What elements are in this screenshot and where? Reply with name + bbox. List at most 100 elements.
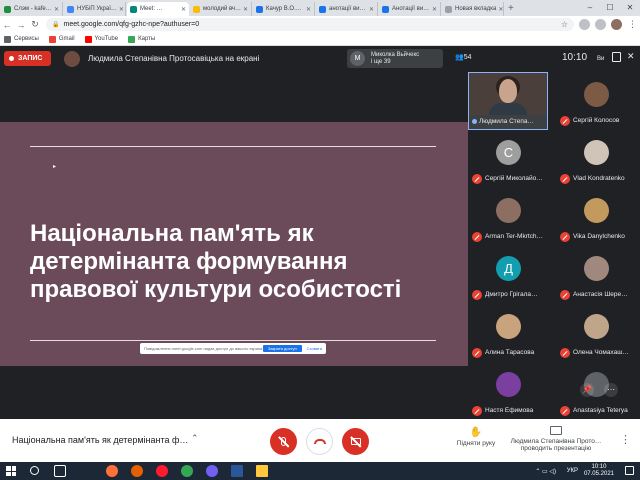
presenting-line2: проводить презентацію (520, 445, 592, 452)
participants-chip[interactable]: M Миколка Вьйчекс і ще 39 (347, 49, 443, 68)
language-indicator[interactable]: УКР (567, 468, 578, 474)
muted-mic-icon (560, 348, 570, 358)
hide-banner-button[interactable]: Сховати (307, 346, 322, 351)
participant-avatar (584, 140, 609, 165)
muted-mic-icon (560, 406, 570, 416)
participant-avatar (584, 198, 609, 223)
close-tab-icon[interactable]: ✕ (52, 6, 59, 13)
clock-date: 07.05.2021 (583, 471, 614, 477)
search-icon[interactable] (30, 466, 39, 475)
browser-tab[interactable]: НУБіП Украї… ✕ (64, 2, 126, 16)
pin-icon[interactable]: 📌 (580, 383, 594, 397)
slide-title: Національна пам'ять як детермінанта форм… (30, 220, 402, 303)
close-tab-icon[interactable]: ✕ (367, 6, 374, 13)
browser-tab[interactable]: анотації ви… ✕ (316, 2, 378, 16)
leave-call-button[interactable] (306, 428, 333, 455)
participant-avatar (496, 198, 521, 223)
viber-icon[interactable] (206, 465, 218, 477)
close-tab-icon[interactable]: ✕ (430, 6, 437, 13)
tab-label: Слэм - kafe… (14, 6, 52, 12)
chevron-up-icon[interactable]: ⌃ (191, 433, 199, 444)
system-clock[interactable]: 10:10 07.05.2021 (584, 464, 614, 478)
presenter-avatar (64, 51, 80, 67)
extension-icon[interactable] (595, 19, 606, 30)
stop-sharing-button[interactable]: Закрити доступ (263, 345, 302, 352)
participant-tile[interactable]: Arman Ter-Mkrtch… (468, 188, 548, 246)
close-window-button[interactable]: ✕ (620, 0, 640, 16)
participant-tile[interactable]: Анастасія Шере… (556, 246, 636, 304)
tab-label: Новая вкладка (455, 6, 497, 12)
browser-tab[interactable]: Анотації ви… ✕ (379, 2, 441, 16)
bookmark-item[interactable]: YouTube (84, 35, 118, 43)
url-field[interactable]: 🔒 meet.google.com/qfg-gzhc-npe?authuser=… (46, 18, 574, 31)
muted-mic-icon (472, 232, 482, 242)
bookmark-star-icon[interactable]: ☆ (561, 20, 568, 29)
participant-tile[interactable]: С Сергій Миколайо… (468, 130, 548, 188)
browser-tab[interactable]: Новая вкладка ✕ (442, 2, 504, 16)
participant-tile[interactable]: Vika Danylchenko (556, 188, 636, 246)
forward-button[interactable]: → (14, 20, 28, 30)
minimize-button[interactable]: – (580, 0, 600, 16)
extension-icon[interactable] (579, 19, 590, 30)
back-button[interactable]: ← (0, 20, 14, 30)
bookmark-icon (4, 35, 11, 43)
new-tab-button[interactable]: + (508, 2, 514, 16)
tray-icons[interactable]: ⌃ ▭ ◁) (535, 468, 556, 475)
browser-tab[interactable]: Качур В.О.… ✕ (253, 2, 315, 16)
close-tab-icon[interactable]: ✕ (179, 6, 186, 13)
meeting-details-title[interactable]: Національна пам'ять як детермінанта ф… (12, 435, 188, 445)
close-tab-icon[interactable]: ✕ (241, 6, 248, 13)
participant-tile[interactable]: Олена Чомахаш… (556, 304, 636, 362)
browser-tab[interactable]: молодий вч… ✕ (190, 2, 252, 16)
maximize-button[interactable]: ☐ (600, 0, 620, 16)
bookmark-item[interactable]: Gmail (48, 35, 75, 43)
recording-label: ЗАПИС (18, 55, 43, 62)
people-count[interactable]: 👥54 (455, 53, 472, 61)
firefox-icon[interactable] (106, 465, 118, 477)
profile-avatar[interactable] (611, 19, 622, 30)
raise-hand-button[interactable]: ✋ Підняти руку (450, 427, 502, 447)
start-button[interactable] (6, 466, 16, 476)
reload-button[interactable]: ↻ (28, 19, 42, 30)
close-tab-icon[interactable]: ✕ (304, 6, 311, 13)
participant-tile[interactable]: Настя Ефимова (468, 362, 548, 420)
tile-hover-controls: 📌 ⋯ (562, 381, 636, 399)
browser-tab[interactable]: Слэм - kafe… ✕ (1, 2, 63, 16)
opera-icon[interactable] (156, 465, 168, 477)
task-view-icon[interactable] (54, 465, 66, 477)
bookmark-item[interactable]: Карты (128, 35, 155, 43)
participant-tile[interactable]: Сергій Колосов (556, 72, 636, 130)
browser-tab-bar: Слэм - kafe… ✕ НУБіП Украї… ✕ Meet: … ✕ молоди… (0, 0, 640, 16)
participant-tile[interactable]: Vlad Kondratenko (556, 130, 636, 188)
close-panel-icon[interactable]: ✕ (627, 51, 635, 62)
tile-more-icon[interactable]: ⋯ (604, 383, 618, 397)
participant-video (469, 73, 547, 115)
slide-rule-bottom (30, 340, 436, 341)
tab-favicon-icon (256, 5, 263, 13)
chrome-icon[interactable] (181, 465, 193, 477)
word-icon[interactable] (231, 465, 243, 477)
browser-tab[interactable]: Meet: … ✕ (127, 2, 189, 16)
close-tab-icon[interactable]: ✕ (496, 6, 503, 13)
window-controls: – ☐ ✕ (580, 0, 640, 16)
chat-icon[interactable] (612, 52, 621, 62)
notifications-icon[interactable] (625, 466, 634, 475)
toggle-microphone-button[interactable] (270, 428, 297, 455)
participant-name: Настя Ефимова (485, 407, 534, 414)
firefox-dev-icon[interactable] (131, 465, 143, 477)
explorer-icon[interactable] (256, 465, 268, 477)
participant-tile[interactable]: Людмила Степа… (468, 72, 548, 130)
toggle-camera-button[interactable] (342, 428, 369, 455)
present-screen-icon (550, 426, 562, 435)
more-options-icon[interactable]: ⋮ (620, 433, 631, 446)
meeting-control-bar: Національна пам'ять як детермінанта ф… ⌃… (0, 419, 640, 462)
participant-tile[interactable]: Алина Тарасова (468, 304, 548, 362)
bookmarks-bar: Сервисы Gmail YouTube Карты (0, 33, 640, 46)
bookmark-item[interactable]: Сервисы (4, 35, 39, 43)
presenting-button[interactable]: Людмила Степанівна Прото… проводить през… (508, 426, 604, 452)
close-tab-icon[interactable]: ✕ (117, 6, 124, 13)
participant-tile[interactable]: Д Дмитро Грігала… (468, 246, 548, 304)
tab-favicon-icon (319, 5, 326, 13)
browser-menu-icon[interactable]: ⋮ (628, 19, 637, 30)
muted-mic-icon (560, 116, 570, 126)
